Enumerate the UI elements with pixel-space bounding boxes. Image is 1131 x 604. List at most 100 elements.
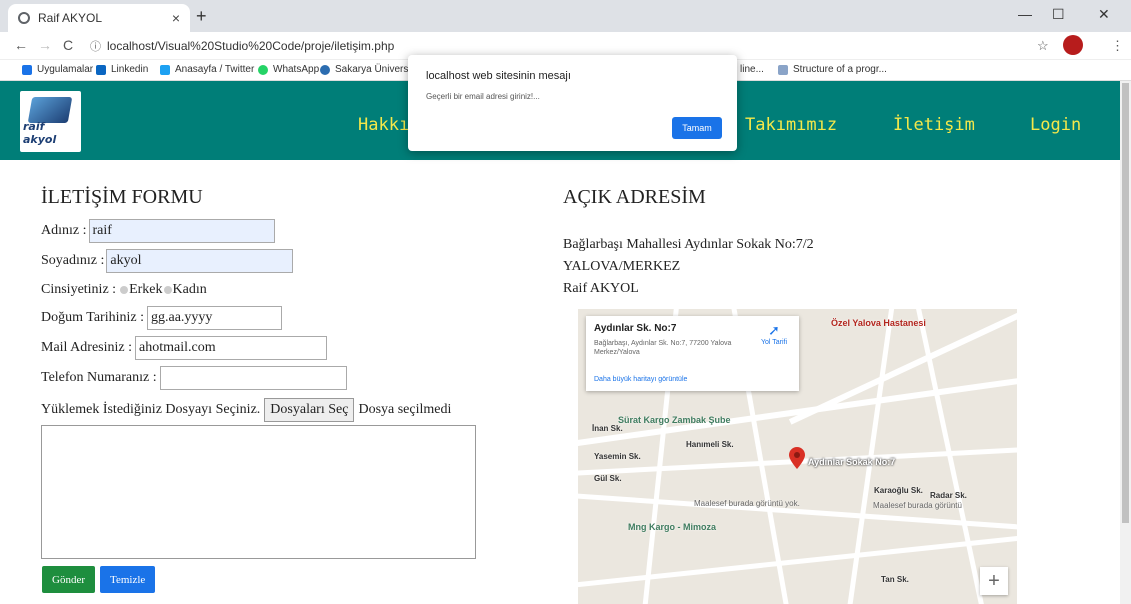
- map-label-hospital: Özel Yalova Hastanesi: [831, 318, 926, 328]
- directions-icon: ➚: [768, 322, 780, 338]
- bookmark-line[interactable]: line...: [740, 64, 764, 75]
- back-button[interactable]: ←: [14, 37, 28, 53]
- alert-ok-button[interactable]: Tamam: [672, 117, 722, 139]
- map-label-street: İnan Sk.: [592, 424, 623, 433]
- map-label-notice: Maalesef burada görüntü yok.: [694, 499, 800, 508]
- map-label-notice: Maalesef burada görüntü: [873, 501, 962, 510]
- message-textarea[interactable]: [41, 425, 476, 559]
- browser-tab[interactable]: Raif AKYOL ×: [8, 4, 190, 32]
- map-label-street: Radar Sk.: [930, 491, 967, 500]
- submit-button[interactable]: Gönder: [42, 566, 95, 593]
- whatsapp-icon: [258, 64, 268, 75]
- address-line-2: YALOVA/MERKEZ: [563, 259, 681, 274]
- nav-link-login[interactable]: Login: [1030, 115, 1081, 135]
- map-label-street: Yasemin Sk.: [594, 452, 641, 461]
- mail-label: Mail Adresiniz :: [41, 340, 132, 355]
- map-label-mng: Mng Kargo - Mimoza: [628, 522, 716, 532]
- forward-button[interactable]: →: [38, 37, 52, 53]
- surname-input[interactable]: akyol: [106, 249, 294, 273]
- name-input[interactable]: raif: [88, 219, 275, 243]
- address-bar[interactable]: ⓘ localhost/Visual%20Studio%20Code/proje…: [84, 35, 1024, 57]
- reload-button[interactable]: C: [63, 37, 73, 53]
- linkedin-icon: [96, 64, 106, 75]
- tab-title: Raif AKYOL: [38, 11, 103, 25]
- map-embed[interactable]: Özel Yalova Hastanesi Sürat Kargo Zambak…: [578, 309, 1017, 604]
- map-label-surat: Sürat Kargo Zambak Şube: [618, 415, 731, 425]
- map-label-street: Tan Sk.: [881, 575, 909, 584]
- larger-map-link[interactable]: Daha büyük haritayı görüntüle: [594, 376, 687, 383]
- email-input[interactable]: ahotmail.com: [135, 336, 327, 360]
- bookmark-linkedin[interactable]: Linkedin: [96, 64, 148, 75]
- gender-label: Cinsiyetiniz :: [41, 282, 117, 297]
- map-label-street: Karaoğlu Sk.: [874, 486, 923, 495]
- bookmark-whatsapp[interactable]: WhatsApp: [258, 64, 319, 75]
- nav-link-hakkimda[interactable]: Hakkı: [358, 115, 409, 135]
- gender-male-label: Erkek: [129, 282, 163, 297]
- url-text: localhost/Visual%20Studio%20Code/proje/i…: [107, 39, 395, 53]
- globe-icon: [18, 12, 30, 24]
- surname-row: Soyadınız : akyol: [41, 249, 294, 273]
- site-logo[interactable]: raif akyol: [20, 91, 81, 152]
- nav-link-takimimiz[interactable]: Takımımız: [745, 115, 837, 135]
- twitter-icon: [160, 64, 170, 75]
- bookmark-apps[interactable]: Uygulamalar: [22, 64, 93, 75]
- map-road: [578, 533, 1017, 590]
- bookmark-sakarya[interactable]: Sakarya Üniversi: [320, 64, 411, 75]
- file-choose-button[interactable]: Dosyaları Seç: [264, 398, 355, 422]
- map-card-title: Aydınlar Sk. No:7: [594, 323, 677, 334]
- directions-label: Yol Tarifi: [760, 339, 788, 346]
- profile-avatar[interactable]: [1063, 35, 1083, 55]
- name-row: Adınız : raif: [41, 219, 275, 243]
- birth-label: Doğum Tarihiniz :: [41, 310, 144, 325]
- alert-message: Geçerli bir email adresi giriniz!...: [426, 92, 540, 101]
- map-info-card: Aydınlar Sk. No:7 Bağlarbaşı, Aydınlar S…: [586, 316, 799, 391]
- address-line-3: Raif AKYOL: [563, 281, 639, 296]
- nav-link-iletisim[interactable]: İletişim: [893, 115, 975, 135]
- map-pin-label: Aydınlar Sokak No:7: [808, 457, 896, 467]
- close-window-button[interactable]: ✕: [1098, 6, 1110, 23]
- map-label-street: Hanımeli Sk.: [686, 440, 734, 449]
- phone-row: Telefon Numaranız :: [41, 366, 347, 390]
- new-tab-button[interactable]: +: [196, 6, 207, 27]
- menu-kebab-icon[interactable]: ⋮: [1111, 38, 1124, 54]
- reset-button[interactable]: Temizle: [100, 566, 156, 593]
- doc-icon: [778, 64, 788, 75]
- university-icon: [320, 64, 330, 75]
- address-heading: AÇIK ADRESİM: [563, 186, 706, 208]
- apps-grid-icon: [22, 64, 32, 75]
- birth-date-input[interactable]: gg.aa.yyyy: [146, 306, 282, 330]
- zoom-in-button[interactable]: +: [980, 567, 1008, 595]
- address-line-1: Bağlarbaşı Mahallesi Aydınlar Sokak No:7…: [563, 237, 814, 252]
- gender-female-label: Kadın: [172, 282, 207, 297]
- browser-tab-strip: Raif AKYOL × + — ☐ ✕: [0, 0, 1131, 32]
- gender-female-radio[interactable]: [163, 286, 172, 294]
- name-label: Adınız :: [41, 223, 87, 238]
- directions-button[interactable]: ➚ Yol Tarifi: [756, 322, 792, 346]
- file-label: Yüklemek İstediğiniz Dosyayı Seçiniz.: [41, 402, 261, 417]
- logo-text: raif akyol: [23, 120, 57, 146]
- tab-close-icon[interactable]: ×: [172, 10, 180, 26]
- alert-title: localhost web sitesinin mesajı: [426, 70, 571, 82]
- phone-input[interactable]: [159, 366, 347, 390]
- file-row: Yüklemek İstediğiniz Dosyayı Seçiniz. Do…: [41, 398, 451, 422]
- map-pin-icon[interactable]: [789, 447, 805, 469]
- gender-male-radio[interactable]: [120, 286, 129, 294]
- info-icon[interactable]: ⓘ: [90, 38, 101, 54]
- maximize-button[interactable]: ☐: [1052, 6, 1065, 23]
- gender-row: Cinsiyetiniz : Erkek Kadın: [41, 281, 207, 299]
- bookmark-twitter[interactable]: Anasayfa / Twitter: [160, 64, 254, 75]
- birth-row: Doğum Tarihiniz : gg.aa.yyyy: [41, 306, 282, 330]
- map-card-address: Bağlarbaşı, Aydınlar Sk. No:7, 77200 Yal…: [594, 340, 732, 356]
- mail-row: Mail Adresiniz : ahotmail.com: [41, 336, 327, 360]
- minimize-button[interactable]: —: [1018, 6, 1032, 22]
- alert-dialog: localhost web sitesinin mesajı Geçerli b…: [408, 55, 737, 151]
- bookmark-structure[interactable]: Structure of a progr...: [778, 64, 887, 75]
- scrollbar-thumb[interactable]: [1122, 83, 1129, 523]
- surname-label: Soyadınız :: [41, 253, 105, 268]
- phone-label: Telefon Numaranız :: [41, 370, 157, 385]
- map-label-street: Gül Sk.: [594, 474, 622, 483]
- form-heading: İLETİŞİM FORMU: [41, 186, 203, 208]
- bookmark-star-icon[interactable]: ☆: [1037, 38, 1049, 54]
- file-status: Dosya seçilmedi: [358, 402, 452, 417]
- page-scrollbar[interactable]: [1120, 81, 1131, 604]
